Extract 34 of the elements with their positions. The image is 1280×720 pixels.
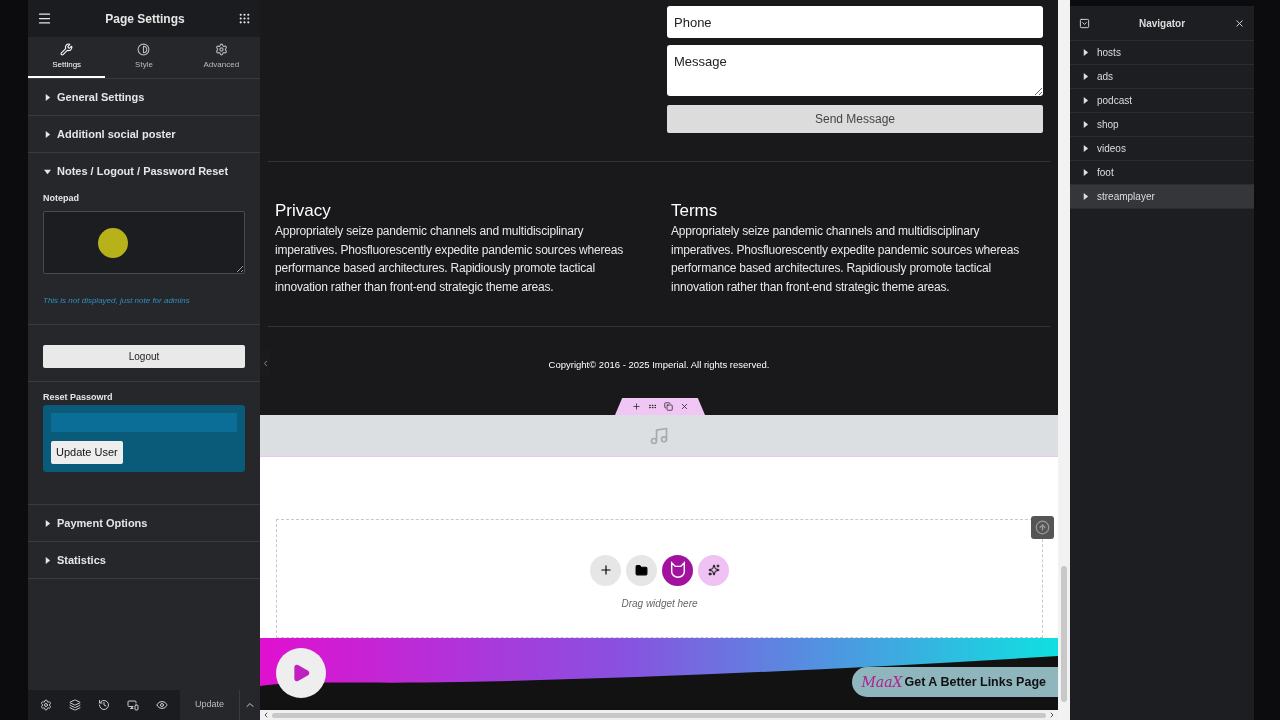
- section-header[interactable]: Statistics: [28, 542, 260, 578]
- phone-field[interactable]: Phone: [667, 6, 1043, 38]
- section-header[interactable]: Payment Options: [28, 505, 260, 541]
- navigator-item[interactable]: podcast: [1070, 89, 1254, 113]
- column-text: Appropriately seize pandemic channels and multidisciplinary imperatives. Phosfluorescently expedite pandemic sources whereas performance based architectures. Rapidiously promote tactical innovation rather than front-end strategic theme areas.: [671, 223, 1021, 296]
- drop-hint: Drag widget here: [621, 596, 698, 611]
- navigator-item[interactable]: videos: [1070, 137, 1254, 161]
- navigator-item[interactable]: hosts: [1070, 41, 1254, 65]
- column-heading: Privacy: [275, 200, 332, 222]
- navigator-item[interactable]: streamplayer: [1070, 185, 1254, 209]
- hint-text: This is not displayed, just note for admins: [43, 294, 191, 307]
- banner-text: Get A Better Links Page: [904, 673, 1046, 691]
- column-heading: Terms: [671, 200, 719, 222]
- column-text: Appropriately seize pandemic channels and multidisciplinary imperatives. Phosfluorescently expedite pandemic sources whereas performance based architectures. Rapidiously promote tactical innovation rather than front-end strategic theme areas.: [275, 223, 625, 296]
- update-button[interactable]: Update: [180, 690, 240, 720]
- panel-title: Page Settings: [105, 10, 185, 28]
- panel-tab[interactable]: Advanced: [182, 37, 260, 78]
- panel-tab[interactable]: Style: [105, 37, 183, 78]
- section-header[interactable]: Additionl social poster: [28, 116, 260, 152]
- send-message-button[interactable]: Send Message: [667, 105, 1043, 133]
- logo-text: MaaX: [861, 672, 903, 692]
- logout-button[interactable]: Logout: [43, 344, 245, 368]
- links-banner[interactable]: MaaXGet A Better Links Page: [851, 667, 1058, 697]
- navigator-title: Navigator: [1138, 16, 1186, 31]
- field-label: Reset Passowrd: [43, 390, 114, 404]
- navigator-item[interactable]: shop: [1070, 113, 1254, 137]
- field-label: Notepad: [43, 192, 80, 205]
- panel-tab[interactable]: Settings: [28, 37, 106, 78]
- section-header[interactable]: General Settings: [28, 79, 260, 115]
- navigator-item[interactable]: ads: [1070, 65, 1254, 89]
- section-header[interactable]: Notes / Logout / Password Reset: [28, 153, 260, 189]
- message-field[interactable]: Message: [667, 45, 1043, 96]
- update-user-button[interactable]: Update User: [51, 441, 123, 464]
- copyright-text: Copyright© 2016 - 2025 Imperial. All rights reserved.: [547, 358, 771, 372]
